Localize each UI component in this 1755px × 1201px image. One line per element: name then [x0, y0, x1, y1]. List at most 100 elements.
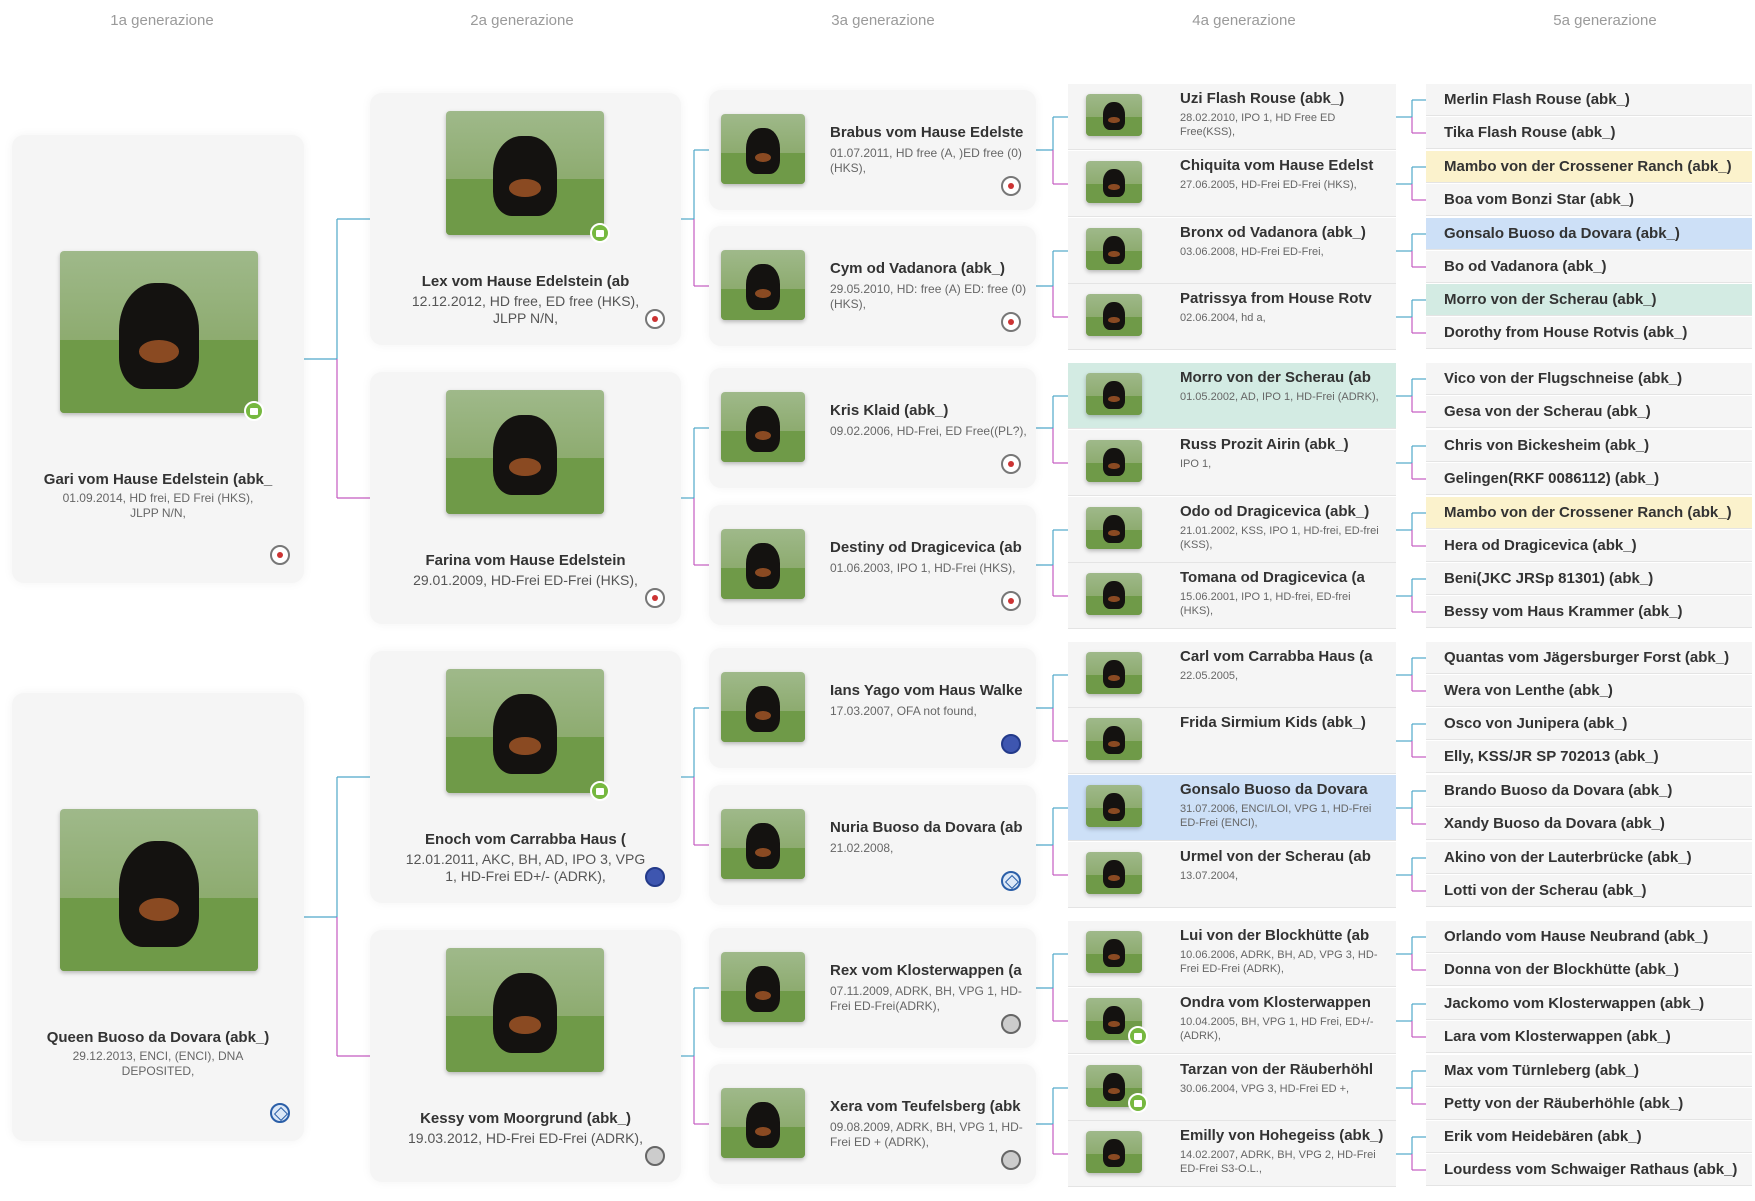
video-icon[interactable]	[1128, 1093, 1148, 1113]
ancestor-name[interactable]: Odo od Dragicevica (abk_)	[1180, 503, 1385, 520]
ancestor-gen5-row[interactable]: Lourdess vom Schwaiger Rathaus (abk_)	[1426, 1154, 1752, 1186]
ancestor-gen5-row[interactable]: Gonsalo Buoso da Dovara (abk_)	[1426, 218, 1752, 250]
ancestor-name[interactable]: Enoch vom Carrabba Haus (	[390, 831, 661, 848]
ancestor-gen3-card[interactable]: Destiny od Dragicevica (ab 01.06.2003, IP…	[709, 505, 1036, 625]
video-icon[interactable]	[1128, 1026, 1148, 1046]
ancestor-gen4-row[interactable]: Emilly von Hohegeiss (abk_) 14.02.2007, A…	[1068, 1121, 1396, 1187]
dog-photo[interactable]	[1086, 228, 1142, 270]
ancestor-name[interactable]: Gonsalo Buoso da Dovara	[1180, 781, 1385, 798]
dog-photo[interactable]	[446, 390, 604, 514]
ancestor-gen4-row[interactable]: Uzi Flash Rouse (abk_) 28.02.2010, IPO 1,…	[1068, 84, 1396, 150]
ancestor-gen5-row[interactable]: Donna von der Blockhütte (abk_)	[1426, 954, 1752, 986]
dog-photo[interactable]	[446, 669, 604, 793]
dog-photo[interactable]	[1086, 507, 1142, 549]
dog-photo[interactable]	[721, 1088, 805, 1158]
ancestor-gen5-row[interactable]: Chris von Bickesheim (abk_)	[1426, 430, 1752, 462]
ancestor-gen5-row[interactable]: Quantas vom Jägersburger Forst (abk_)	[1426, 642, 1752, 674]
dog-photo[interactable]	[721, 250, 805, 320]
ancestor-gen3-card[interactable]: Rex vom Klosterwappen (a 07.11.2009, ADRK…	[709, 928, 1036, 1048]
ancestor-gen1-card[interactable]: Queen Buoso da Dovara (abk_) 29.12.2013, …	[12, 693, 304, 1141]
ancestor-name[interactable]: Lui von der Blockhütte (ab	[1180, 927, 1385, 944]
ancestor-gen4-row[interactable]: Frida Sirmium Kids (abk_)	[1068, 708, 1396, 774]
ancestor-gen5-row[interactable]: Vico von der Flugschneise (abk_)	[1426, 363, 1752, 395]
dog-photo[interactable]	[1086, 373, 1142, 415]
ancestor-name[interactable]: Kessy vom Moorgrund (abk_)	[390, 1110, 661, 1127]
ancestor-name[interactable]: Frida Sirmium Kids (abk_)	[1180, 714, 1385, 731]
ancestor-name[interactable]: Bronx od Vadanora (abk_)	[1180, 224, 1385, 241]
ancestor-gen2-card[interactable]: Kessy vom Moorgrund (abk_) 19.03.2012, HD…	[370, 930, 681, 1182]
ancestor-gen5-row[interactable]: Lara vom Klosterwappen (abk_)	[1426, 1021, 1752, 1053]
ancestor-gen5-row[interactable]: Akino von der Lauterbrücke (abk_)	[1426, 842, 1752, 874]
ancestor-gen5-row[interactable]: Dorothy from House Rotvis (abk_)	[1426, 317, 1752, 349]
ancestor-gen5-row[interactable]: Jackomo vom Klosterwappen (abk_)	[1426, 988, 1752, 1020]
ancestor-gen3-card[interactable]: Nuria Buoso da Dovara (ab 21.02.2008,	[709, 785, 1036, 905]
dog-photo[interactable]	[721, 114, 805, 184]
ancestor-gen5-row[interactable]: Morro von der Scherau (abk_)	[1426, 284, 1752, 316]
ancestor-name[interactable]: Brabus vom Hause Edelste	[830, 124, 1028, 141]
dog-photo[interactable]	[721, 672, 805, 742]
dog-photo[interactable]	[1086, 852, 1142, 894]
ancestor-name[interactable]: Xera vom Teufelsberg (abk	[830, 1098, 1028, 1115]
ancestor-name[interactable]: Destiny od Dragicevica (ab	[830, 539, 1028, 556]
ancestor-gen4-row[interactable]: Urmel von der Scherau (ab 13.07.2004,	[1068, 842, 1396, 908]
dog-photo[interactable]	[60, 809, 258, 971]
ancestor-name[interactable]: Chiquita vom Hause Edelst	[1180, 157, 1385, 174]
dog-photo[interactable]	[1086, 785, 1142, 827]
dog-photo[interactable]	[446, 948, 604, 1072]
ancestor-name[interactable]: Kris Klaid (abk_)	[830, 402, 1028, 419]
dog-photo[interactable]	[1086, 94, 1142, 136]
ancestor-gen4-row[interactable]: Chiquita vom Hause Edelst 27.06.2005, HD-…	[1068, 151, 1396, 217]
ancestor-gen5-row[interactable]: Elly, KSS/JR SP 702013 (abk_)	[1426, 741, 1752, 773]
video-icon[interactable]	[244, 401, 264, 421]
ancestor-name[interactable]: Tarzan von der Räuberhöhl	[1180, 1061, 1385, 1078]
ancestor-name[interactable]: Rex vom Klosterwappen (a	[830, 962, 1028, 979]
ancestor-name[interactable]: Queen Buoso da Dovara (abk_)	[32, 1029, 284, 1046]
ancestor-name[interactable]: Russ Prozit Airin (abk_)	[1180, 436, 1385, 453]
ancestor-gen2-card[interactable]: Farina vom Hause Edelstein 29.01.2009, HD…	[370, 372, 681, 624]
dog-photo[interactable]	[1086, 294, 1142, 336]
ancestor-gen5-row[interactable]: Lotti von der Scherau (abk_)	[1426, 875, 1752, 907]
ancestor-gen4-row[interactable]: Bronx od Vadanora (abk_) 03.06.2008, HD-F…	[1068, 218, 1396, 284]
ancestor-name[interactable]: Farina vom Hause Edelstein	[390, 552, 661, 569]
ancestor-gen2-card[interactable]: Enoch vom Carrabba Haus (12.01.2011, AKC…	[370, 651, 681, 903]
ancestor-name[interactable]: Ondra vom Klosterwappen	[1180, 994, 1385, 1011]
ancestor-gen5-row[interactable]: Merlin Flash Rouse (abk_)	[1426, 84, 1752, 116]
ancestor-gen5-row[interactable]: Osco von Junipera (abk_)	[1426, 708, 1752, 740]
ancestor-gen4-row[interactable]: Tomana od Dragicevica (a 15.06.2001, IPO …	[1068, 563, 1396, 629]
ancestor-gen1-card[interactable]: Gari vom Hause Edelstein (abk_ 01.09.2014…	[12, 135, 304, 583]
ancestor-gen5-row[interactable]: Mambo von der Crossener Ranch (abk_)	[1426, 151, 1752, 183]
ancestor-gen3-card[interactable]: Kris Klaid (abk_) 09.02.2006, HD-Frei, ED…	[709, 368, 1036, 488]
ancestor-gen5-row[interactable]: Mambo von der Crossener Ranch (abk_)	[1426, 497, 1752, 529]
dog-photo[interactable]	[1086, 440, 1142, 482]
dog-photo[interactable]	[1086, 652, 1142, 694]
ancestor-gen4-row[interactable]: Odo od Dragicevica (abk_) 21.01.2002, KSS…	[1068, 497, 1396, 563]
ancestor-gen4-row[interactable]: Tarzan von der Räuberhöhl 30.06.2004, VPG…	[1068, 1055, 1396, 1121]
ancestor-gen5-row[interactable]: Gesa von der Scherau (abk_)	[1426, 396, 1752, 428]
dog-photo[interactable]	[721, 392, 805, 462]
ancestor-name[interactable]: Emilly von Hohegeiss (abk_)	[1180, 1127, 1385, 1144]
ancestor-name[interactable]: Urmel von der Scherau (ab	[1180, 848, 1385, 865]
ancestor-name[interactable]: Nuria Buoso da Dovara (ab	[830, 819, 1028, 836]
ancestor-gen4-row[interactable]: Carl vom Carrabba Haus (a 22.05.2005,	[1068, 642, 1396, 708]
ancestor-gen3-card[interactable]: Cym od Vadanora (abk_) 29.05.2010, HD: fr…	[709, 226, 1036, 346]
ancestor-name[interactable]: Uzi Flash Rouse (abk_)	[1180, 90, 1385, 107]
video-icon[interactable]	[590, 781, 610, 801]
ancestor-gen3-card[interactable]: Brabus vom Hause Edelste 01.07.2011, HD f…	[709, 90, 1036, 210]
ancestor-gen4-row[interactable]: Russ Prozit Airin (abk_) IPO 1,	[1068, 430, 1396, 496]
ancestor-name[interactable]: Cym od Vadanora (abk_)	[830, 260, 1028, 277]
ancestor-name[interactable]: Lex vom Hause Edelstein (ab	[390, 273, 661, 290]
ancestor-name[interactable]: Gari vom Hause Edelstein (abk_	[32, 471, 284, 488]
ancestor-gen5-row[interactable]: Hera od Dragicevica (abk_)	[1426, 530, 1752, 562]
dog-photo[interactable]	[721, 952, 805, 1022]
dog-photo[interactable]	[721, 529, 805, 599]
ancestor-gen5-row[interactable]: Bo od Vadanora (abk_)	[1426, 251, 1752, 283]
ancestor-name[interactable]: Tomana od Dragicevica (a	[1180, 569, 1385, 586]
dog-photo[interactable]	[60, 251, 258, 413]
ancestor-gen5-row[interactable]: Beni(JKC JRSp 81301) (abk_)	[1426, 563, 1752, 595]
ancestor-name[interactable]: Carl vom Carrabba Haus (a	[1180, 648, 1385, 665]
ancestor-gen5-row[interactable]: Gelingen(RKF 0086112) (abk_)	[1426, 463, 1752, 495]
ancestor-gen4-row[interactable]: Ondra vom Klosterwappen 10.04.2005, BH, V…	[1068, 988, 1396, 1054]
ancestor-gen5-row[interactable]: Brando Buoso da Dovara (abk_)	[1426, 775, 1752, 807]
ancestor-gen3-card[interactable]: Xera vom Teufelsberg (abk 09.08.2009, ADR…	[709, 1064, 1036, 1184]
ancestor-gen2-card[interactable]: Lex vom Hause Edelstein (ab 12.12.2012, H…	[370, 93, 681, 345]
